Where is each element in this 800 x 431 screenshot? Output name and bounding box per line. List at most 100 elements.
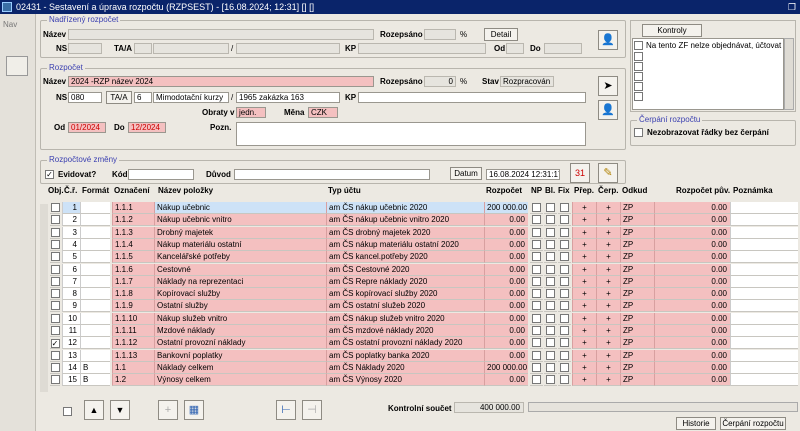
row-obj-checkbox[interactable] — [50, 313, 60, 325]
row-typ-cell[interactable]: am ČS Repre náklady 2020 — [326, 275, 484, 288]
row-typ-cell[interactable]: am ČS mzdové náklady 2020 — [326, 325, 484, 337]
row-oznaceni-cell[interactable]: 1.1.13 — [112, 349, 154, 362]
row-pozn-cell[interactable] — [730, 361, 798, 374]
detail-button[interactable]: Detail — [484, 28, 518, 41]
row-typ-cell[interactable]: am ČS kopírovací služby 2020 — [326, 288, 484, 301]
evidovat-checkbox[interactable]: ✓ — [45, 170, 54, 179]
row-rozpocet-cell[interactable]: 200 000.00 — [484, 202, 528, 214]
kontroly-scrollbar[interactable] — [784, 38, 794, 110]
row-odkud-cell[interactable]: ZP — [620, 312, 654, 325]
row-cerp-cell[interactable]: + — [596, 251, 620, 264]
table-row[interactable]: 15 B 1.2 Výnosy celkem am ČS Výnosy 2020 0.00… — [40, 374, 798, 387]
nadrizeny-taa-name-field[interactable] — [153, 43, 229, 54]
row-prep-cell[interactable]: + — [572, 337, 596, 350]
table-row[interactable]: 4 1.1.4 Nákup materiálu ostatní am ČS nákup… — [40, 238, 798, 251]
row-np-box[interactable] — [532, 203, 541, 212]
table-row[interactable]: 13 1.1.13 Bankovní poplatky am ČS poplatky … — [40, 349, 798, 362]
row-oznaceni-cell[interactable]: 1.1 — [112, 361, 154, 374]
row-odkud-cell[interactable]: ZP — [620, 300, 654, 313]
row-bl-box[interactable] — [546, 338, 555, 348]
row-cr-cell[interactable]: 8 — [62, 288, 80, 301]
row-np-box[interactable] — [532, 276, 541, 286]
row-np-checkbox[interactable] — [530, 239, 543, 251]
row-cerp-cell[interactable]: + — [596, 202, 620, 214]
row-pozn-cell[interactable] — [730, 251, 798, 264]
row-rozpocet-cell[interactable]: 0.00 — [484, 214, 528, 227]
row-format-cell[interactable] — [80, 300, 110, 313]
rozpocet-ns-field[interactable]: 080 — [68, 92, 102, 103]
row-rozpocet-cell[interactable]: 0.00 — [484, 251, 528, 264]
row-cr-cell[interactable]: 2 — [62, 214, 80, 227]
row-fix-checkbox[interactable] — [558, 362, 571, 374]
row-format-cell[interactable] — [80, 288, 110, 301]
row-odkud-cell[interactable]: ZP — [620, 214, 654, 227]
row-obj-checkbox[interactable] — [50, 288, 60, 301]
row-cr-cell[interactable]: 4 — [62, 238, 80, 251]
row-cerp-cell[interactable]: + — [596, 288, 620, 301]
row-puv-cell[interactable]: 0.00 — [654, 325, 730, 337]
row-cerp-cell[interactable]: + — [596, 214, 620, 227]
row-bl-box[interactable] — [546, 239, 555, 249]
row-nazev-cell[interactable]: Mzdové náklady — [154, 325, 326, 337]
row-oznaceni-cell[interactable]: 1.1.8 — [112, 288, 154, 301]
row-np-box[interactable] — [532, 215, 541, 225]
row-np-checkbox[interactable] — [530, 350, 543, 362]
row-pozn-cell[interactable] — [730, 202, 798, 214]
kontroly-item6-checkbox[interactable] — [634, 92, 643, 101]
row-prep-cell[interactable]: + — [572, 251, 596, 264]
row-np-checkbox[interactable] — [530, 325, 543, 337]
row-bl-checkbox[interactable] — [544, 337, 557, 350]
table-row[interactable]: 6 1.1.6 Cestovné am ČS Cestovné 2020 0.00 + + Z… — [40, 263, 798, 276]
kontroly-tab[interactable]: Kontroly — [642, 24, 702, 37]
row-odkud-cell[interactable]: ZP — [620, 325, 654, 337]
row-pozn-cell[interactable] — [730, 300, 798, 313]
row-rozpocet-cell[interactable]: 0.00 — [484, 312, 528, 325]
row-prep-cell[interactable]: + — [572, 361, 596, 374]
row-fix-box[interactable] — [560, 203, 569, 212]
row-typ-cell[interactable]: am ČS drobný majetek 2020 — [326, 226, 484, 239]
row-fix-checkbox[interactable] — [558, 202, 571, 214]
table-row[interactable]: 14 B 1.1 Náklady celkem am ČS Náklady 2020 20… — [40, 361, 798, 374]
row-pozn-cell[interactable] — [730, 374, 798, 387]
row-fix-box[interactable] — [560, 276, 569, 286]
table-row[interactable]: 9 1.1.9 Ostatní služby am ČS ostatní služeb… — [40, 300, 798, 313]
row-fix-box[interactable] — [560, 264, 569, 274]
row-np-checkbox[interactable] — [530, 227, 543, 239]
row-puv-cell[interactable]: 0.00 — [654, 251, 730, 264]
row-pozn-cell[interactable] — [730, 349, 798, 362]
nadrizeny-nazev-field[interactable] — [68, 29, 374, 40]
row-cerp-cell[interactable]: + — [596, 312, 620, 325]
notes-icon[interactable]: ✎ — [598, 163, 618, 183]
row-np-box[interactable] — [532, 227, 541, 237]
row-bl-box[interactable] — [546, 362, 555, 372]
row-typ-cell[interactable]: am ČS ostatní provozní náklady 2020 — [326, 337, 484, 350]
rozpocet-rozepsano-field[interactable]: 0 — [424, 76, 456, 87]
row-prep-cell[interactable]: + — [572, 312, 596, 325]
row-bl-box[interactable] — [546, 215, 555, 225]
add-icon[interactable]: + — [158, 400, 178, 420]
row-fix-checkbox[interactable] — [558, 350, 571, 362]
row-np-box[interactable] — [532, 289, 541, 299]
row-fix-checkbox[interactable] — [558, 239, 571, 251]
row-format-cell[interactable] — [80, 349, 110, 362]
table-row[interactable]: 1 1.1.1 Nákup učebnic am ČS nákup učebnic 2… — [40, 202, 798, 214]
row-cerp-cell[interactable]: + — [596, 337, 620, 350]
row-odkud-cell[interactable]: ZP — [620, 349, 654, 362]
row-oznaceni-cell[interactable]: 1.1.2 — [112, 214, 154, 227]
rozpocet-od-field[interactable]: 01/2024 — [68, 122, 106, 133]
row-bl-box[interactable] — [546, 203, 555, 212]
row-cr-cell[interactable]: 11 — [62, 325, 80, 337]
row-rozpocet-cell[interactable]: 0.00 — [484, 300, 528, 313]
row-odkud-cell[interactable]: ZP — [620, 226, 654, 239]
table-row[interactable]: 8 1.1.8 Kopírovací služby am ČS kopírovací … — [40, 288, 798, 301]
row-bl-box[interactable] — [546, 276, 555, 286]
row-oznaceni-cell[interactable]: 1.1.3 — [112, 226, 154, 239]
cerpani-rozpoctu-button[interactable]: Čerpání rozpočtu — [720, 417, 786, 430]
row-puv-cell[interactable]: 0.00 — [654, 312, 730, 325]
row-oznaceni-cell[interactable]: 1.1.6 — [112, 263, 154, 276]
row-puv-cell[interactable]: 0.00 — [654, 202, 730, 214]
row-fix-box[interactable] — [560, 313, 569, 323]
nadrizeny-taa-field[interactable] — [134, 43, 152, 54]
row-typ-cell[interactable]: am ČS Výnosy 2020 — [326, 374, 484, 387]
row-bl-checkbox[interactable] — [544, 313, 557, 325]
